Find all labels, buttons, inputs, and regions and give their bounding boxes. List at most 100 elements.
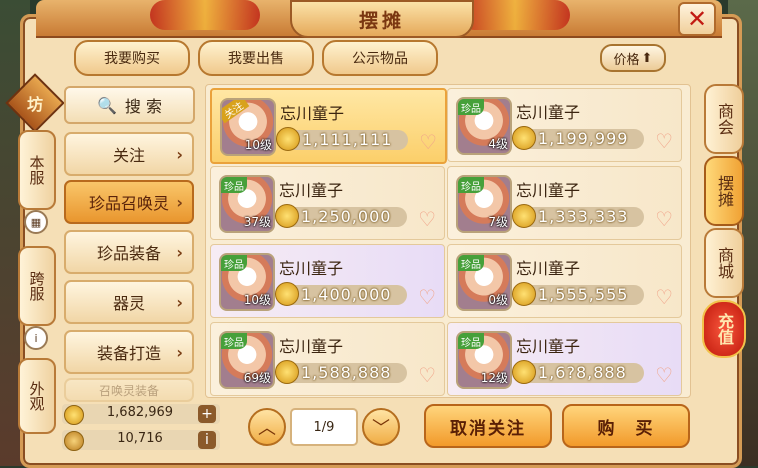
recharge-button[interactable]: 充值 (702, 300, 746, 358)
gold-coin-icon (64, 405, 84, 425)
chevron-right-icon: › (176, 242, 183, 262)
heart-icon[interactable]: ♡ (655, 207, 673, 231)
price-value: 1,250,000 (301, 207, 392, 226)
category-label: 珍品装备 (96, 244, 161, 263)
chevron-right-icon: › (176, 144, 183, 164)
tab-local-server[interactable]: 本服 (18, 130, 56, 210)
price-value: 1,199,999 (538, 129, 629, 148)
tab-appearance[interactable]: 外观 (18, 358, 56, 434)
level-label: 0级 (488, 293, 508, 307)
chevron-up-icon: ︿ (258, 418, 276, 439)
pet-avatar: 珍品 7级 (456, 175, 512, 233)
listing-card[interactable]: 珍品 4级 忘川童子 1,199,999 ♡ (447, 88, 682, 162)
search-button[interactable]: 🔍 搜 索 (64, 86, 195, 124)
listing-card[interactable]: 珍品 12级 忘川童子 1,6?8,888 ♡ (447, 322, 682, 396)
page-title: 摆摊 (358, 9, 405, 32)
heart-icon[interactable]: ♡ (419, 130, 437, 154)
info-icon[interactable]: i (24, 326, 48, 350)
follow-tag: 关注 (222, 100, 250, 124)
rare-tag: 珍品 (458, 177, 484, 193)
pet-name: 忘川童子 (280, 104, 345, 123)
category-summon-equipment[interactable]: 召唤灵装备 (64, 378, 194, 402)
gold-coin-icon (512, 204, 536, 228)
page-indicator: 1/9 (290, 408, 358, 446)
rare-tag: 珍品 (221, 255, 247, 271)
search-label: 搜 索 (124, 97, 162, 116)
gold-currency: 1,682,969 (62, 404, 220, 425)
rare-tag: 珍品 (221, 177, 247, 193)
heart-icon[interactable]: ♡ (655, 129, 673, 153)
listing-card[interactable]: 珍品 10级 忘川童子 1,400,000 ♡ (210, 244, 445, 318)
gold-coin-icon (275, 282, 299, 306)
title-plate: 摆摊 (290, 0, 474, 38)
price-value: 1,333,333 (538, 207, 629, 226)
search-icon: 🔍 (96, 95, 117, 115)
add-gold-button[interactable]: + (198, 405, 216, 423)
plus-icon: + (201, 406, 213, 422)
listing-card[interactable]: 关注 10级 忘川童子 1,111,111 ♡ (210, 88, 447, 164)
buy-button[interactable]: 购 买 (562, 404, 690, 448)
gold-coin-icon (276, 127, 300, 151)
listing-card[interactable]: 珍品 0级 忘川童子 1,555,555 ♡ (447, 244, 682, 318)
unfollow-button[interactable]: 取消关注 (424, 404, 552, 448)
pet-name: 忘川童子 (516, 181, 581, 200)
pet-name: 忘川童子 (279, 181, 344, 200)
category-rare-equipment[interactable]: 珍品装备 › (64, 230, 194, 274)
level-label: 10级 (244, 138, 272, 152)
chevron-right-icon: › (176, 192, 183, 212)
gold-coin-icon (512, 360, 536, 384)
page-prev-button[interactable]: ︿ (248, 408, 286, 446)
pet-avatar: 珍品 12级 (456, 331, 512, 389)
emblem-label: 坊 (26, 95, 43, 114)
heart-icon[interactable]: ♡ (655, 285, 673, 309)
gold-coin-icon (275, 204, 299, 228)
tab-buy[interactable]: 我要购买 (74, 40, 190, 76)
category-label: 装备打造 (96, 344, 161, 363)
pet-name: 忘川童子 (279, 337, 344, 356)
pet-name: 忘川童子 (279, 259, 344, 278)
tab-cross-server[interactable]: 跨服 (18, 246, 56, 326)
pet-name: 忘川童子 (516, 259, 581, 278)
tab-trading-house[interactable]: 商会 (704, 84, 744, 154)
category-label: 器灵 (112, 294, 145, 313)
heart-icon[interactable]: ♡ (418, 207, 436, 231)
level-label: 10级 (243, 293, 271, 307)
pet-avatar: 珍品 4级 (456, 97, 512, 155)
category-label: 召唤灵装备 (98, 383, 159, 398)
gold-coin-icon (512, 282, 536, 306)
pet-name: 忘川童子 (516, 103, 581, 122)
silver-amount: 10,716 (117, 431, 163, 446)
tab-mall[interactable]: 商城 (704, 228, 744, 298)
gold-coin-icon (512, 126, 536, 150)
pet-name: 忘川童子 (516, 337, 581, 356)
level-label: 4级 (488, 137, 508, 151)
tab-stall[interactable]: 摆摊 (704, 156, 744, 226)
category-label: 珍品召唤灵 (88, 194, 169, 213)
rare-tag: 珍品 (221, 333, 247, 349)
close-button[interactable]: ✕ (678, 2, 716, 36)
heart-icon[interactable]: ♡ (418, 285, 436, 309)
gold-amount: 1,682,969 (106, 405, 174, 420)
chevron-right-icon: › (176, 292, 183, 312)
silver-coin-icon (64, 431, 84, 451)
category-follow[interactable]: 关注 › (64, 132, 194, 176)
listing-card[interactable]: 珍品 37级 忘川童子 1,250,000 ♡ (210, 166, 445, 240)
tab-sell[interactable]: 我要出售 (198, 40, 314, 76)
category-rare-summon[interactable]: 珍品召唤灵 › (64, 180, 194, 224)
listing-card[interactable]: 珍品 7级 忘川童子 1,333,333 ♡ (447, 166, 682, 240)
category-forging[interactable]: 装备打造 › (64, 330, 194, 374)
listing-card[interactable]: 珍品 69级 忘川童子 1,588,888 ♡ (210, 322, 445, 396)
sort-price-button[interactable]: 价格 ⬆ (600, 44, 666, 72)
heart-icon[interactable]: ♡ (418, 363, 436, 387)
heart-icon[interactable]: ♡ (655, 363, 673, 387)
page-next-button[interactable]: ﹀ (362, 408, 400, 446)
silver-info-button[interactable]: i (198, 431, 216, 449)
category-spirit[interactable]: 器灵 › (64, 280, 194, 324)
sort-label: 价格 (613, 52, 640, 68)
tab-public[interactable]: 公示物品 (322, 40, 438, 76)
level-label: 37级 (243, 215, 271, 229)
grid-icon[interactable]: ▦ (24, 210, 48, 234)
close-icon: ✕ (686, 5, 708, 33)
silver-currency: 10,716 (62, 430, 220, 451)
pet-avatar: 珍品 37级 (219, 175, 275, 233)
